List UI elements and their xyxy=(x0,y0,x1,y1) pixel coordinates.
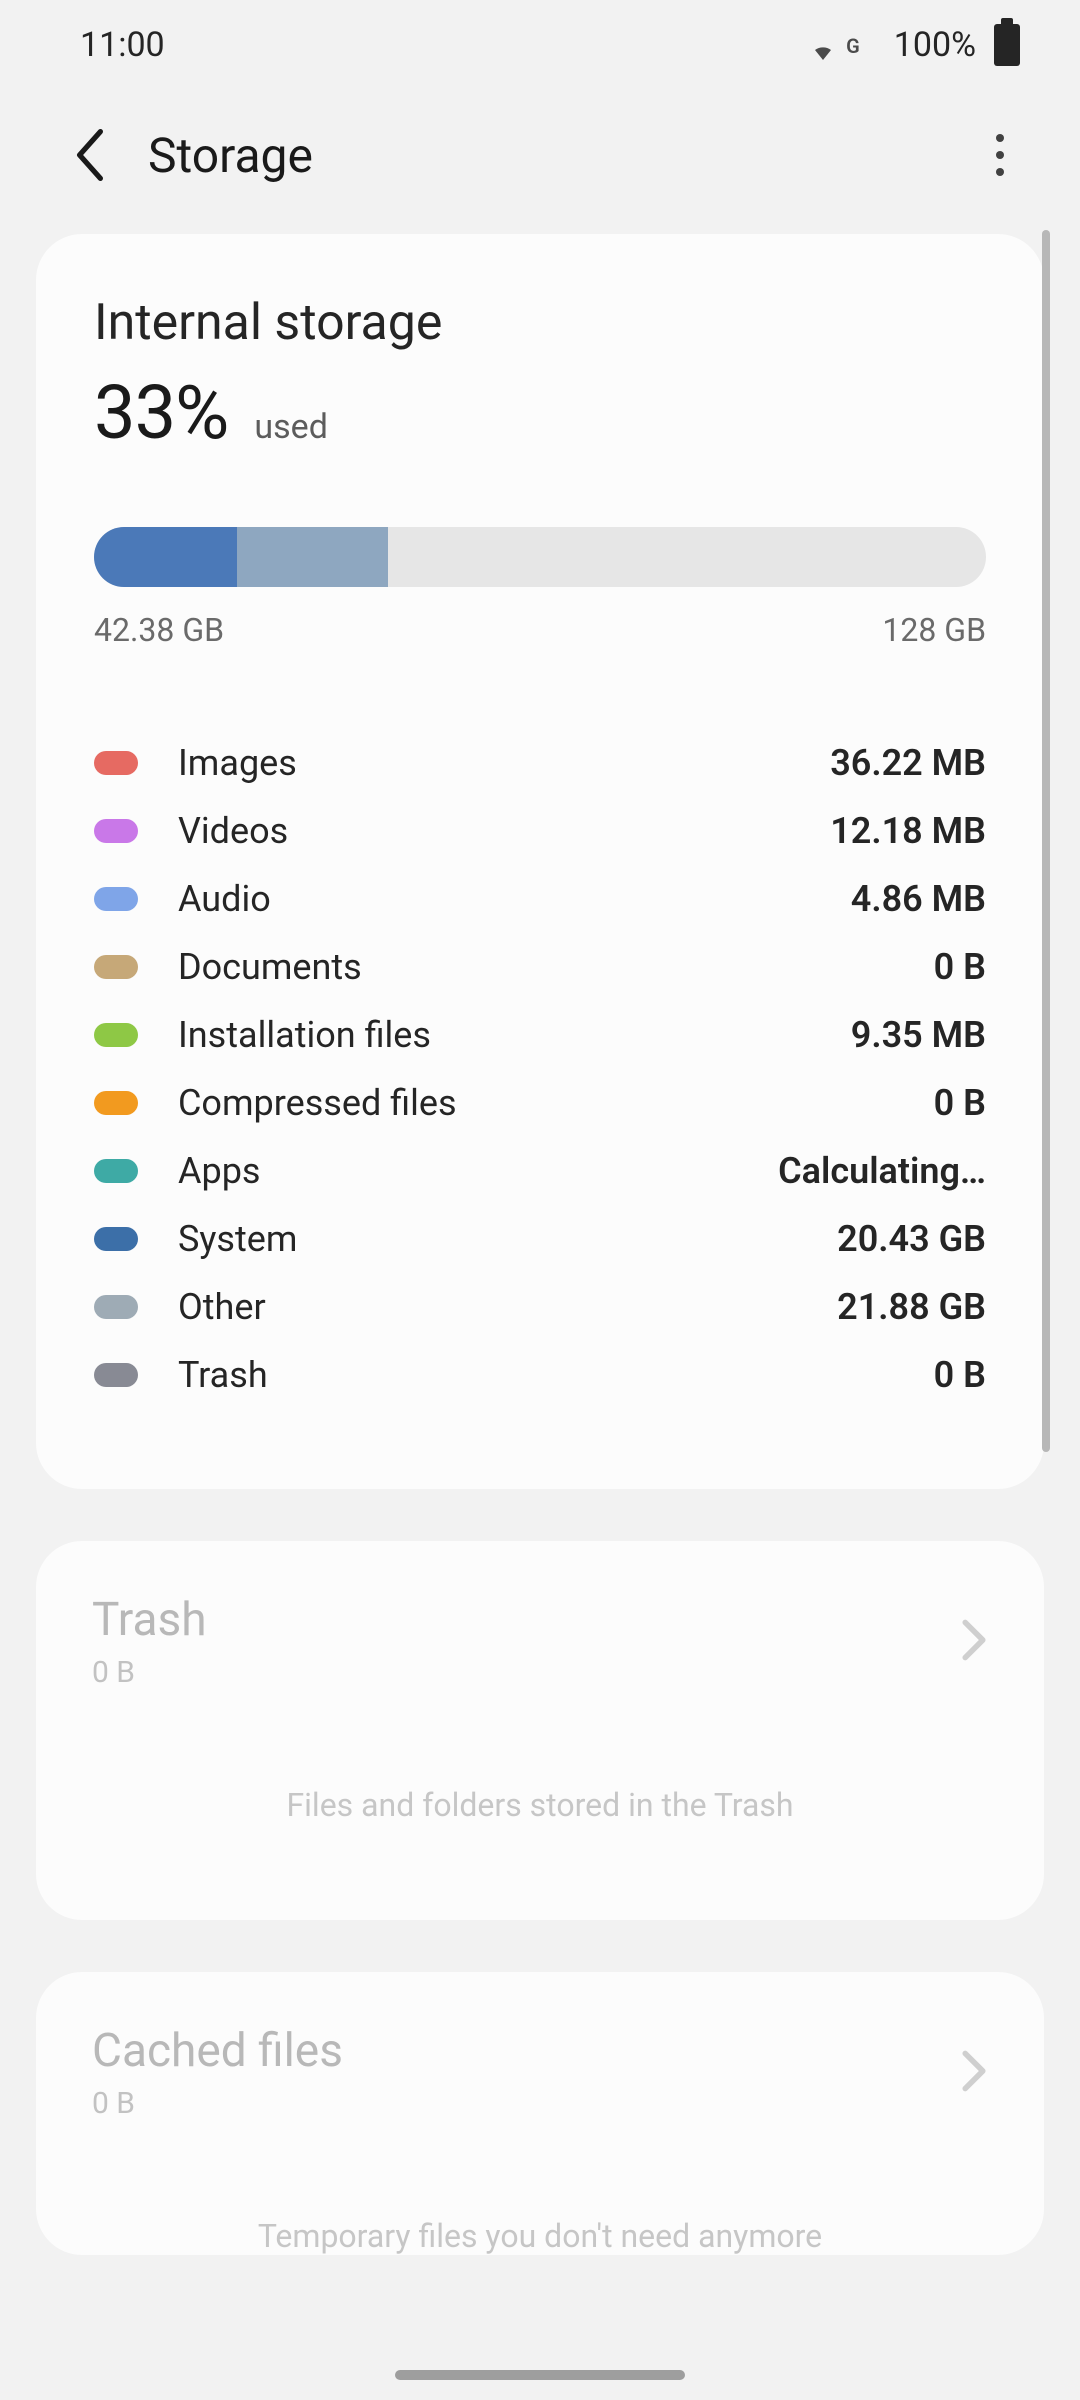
category-color-icon xyxy=(94,751,138,775)
category-size: 12.18 MB xyxy=(830,810,986,852)
cached-desc: Temporary files you don't need anymore xyxy=(92,2217,988,2255)
category-row[interactable]: Trash 0 B xyxy=(94,1341,986,1409)
scrollbar[interactable] xyxy=(1042,230,1050,1452)
category-label: Other xyxy=(178,1286,266,1328)
chevron-right-icon xyxy=(960,1618,988,1666)
category-color-icon xyxy=(94,1363,138,1387)
page-title: Storage xyxy=(148,127,313,184)
total-amount: 128 GB xyxy=(882,611,986,649)
cached-title: Cached files xyxy=(92,2024,343,2078)
cached-size: 0 B xyxy=(92,2086,343,2121)
wifi-icon xyxy=(808,33,838,57)
category-color-icon xyxy=(94,1159,138,1183)
trash-title: Trash xyxy=(92,1593,207,1647)
category-label: Trash xyxy=(178,1354,268,1396)
status-right: G 100% xyxy=(808,24,1020,66)
chevron-left-icon xyxy=(73,129,107,181)
category-label: Images xyxy=(178,742,297,784)
category-color-icon xyxy=(94,1023,138,1047)
category-color-icon xyxy=(94,955,138,979)
category-size: 0 B xyxy=(934,1354,986,1396)
category-label: Audio xyxy=(178,878,271,920)
battery-icon xyxy=(994,24,1020,66)
usage-bar-seg-system xyxy=(94,527,237,587)
category-row[interactable]: Audio 4.86 MB xyxy=(94,865,986,933)
internal-storage-card: Internal storage 33% used 42.38 GB 128 G… xyxy=(36,234,1044,1489)
category-color-icon xyxy=(94,1295,138,1319)
category-row[interactable]: System 20.43 GB xyxy=(94,1205,986,1273)
back-button[interactable] xyxy=(50,115,130,195)
category-label: Compressed files xyxy=(178,1082,457,1124)
category-size: 0 B xyxy=(934,1082,986,1124)
dot-icon xyxy=(996,134,1004,142)
more-options-button[interactable] xyxy=(960,115,1040,195)
usage-bar xyxy=(94,527,986,587)
category-size: 20.43 GB xyxy=(837,1218,986,1260)
status-bar: 11:00 G 100% xyxy=(0,0,1080,90)
category-list: Images 36.22 MB Videos 12.18 MB Audio 4.86 MB… xyxy=(94,729,986,1409)
category-label: Apps xyxy=(178,1150,261,1192)
category-label: Videos xyxy=(178,810,288,852)
category-label: Installation files xyxy=(178,1014,431,1056)
trash-card[interactable]: Trash 0 B Files and folders stored in th… xyxy=(36,1541,1044,1920)
category-label: System xyxy=(178,1218,297,1260)
category-size: 4.86 MB xyxy=(851,878,986,920)
category-row[interactable]: Images 36.22 MB xyxy=(94,729,986,797)
usage-percent: 33% xyxy=(94,370,228,457)
category-row[interactable]: Installation files 9.35 MB xyxy=(94,1001,986,1069)
category-row[interactable]: Documents 0 B xyxy=(94,933,986,1001)
category-size: Calculating… xyxy=(778,1150,986,1192)
app-bar: Storage xyxy=(0,90,1080,220)
trash-size: 0 B xyxy=(92,1655,207,1690)
category-color-icon xyxy=(94,1227,138,1251)
network-type: G xyxy=(846,34,860,58)
trash-desc: Files and folders stored in the Trash xyxy=(92,1786,988,1824)
category-label: Documents xyxy=(178,946,362,988)
category-row[interactable]: Apps Calculating… xyxy=(94,1137,986,1205)
category-row[interactable]: Videos 12.18 MB xyxy=(94,797,986,865)
status-time: 11:00 xyxy=(80,25,165,65)
chevron-right-icon xyxy=(960,2049,988,2097)
usage-bar-seg-other xyxy=(237,527,389,587)
dot-icon xyxy=(996,168,1004,176)
dot-icon xyxy=(996,151,1004,159)
gesture-bar xyxy=(395,2370,685,2380)
category-row[interactable]: Compressed files 0 B xyxy=(94,1069,986,1137)
battery-percent: 100% xyxy=(894,25,976,65)
category-size: 21.88 GB xyxy=(837,1286,986,1328)
cached-card[interactable]: Cached files 0 B Temporary files you don… xyxy=(36,1972,1044,2255)
category-size: 0 B xyxy=(934,946,986,988)
category-color-icon xyxy=(94,819,138,843)
category-color-icon xyxy=(94,1091,138,1115)
usage-row: 33% used xyxy=(94,370,986,457)
usage-label: used xyxy=(254,407,328,447)
category-color-icon xyxy=(94,887,138,911)
category-size: 9.35 MB xyxy=(851,1014,986,1056)
category-row[interactable]: Other 21.88 GB xyxy=(94,1273,986,1341)
category-size: 36.22 MB xyxy=(830,742,986,784)
internal-storage-title: Internal storage xyxy=(94,294,986,352)
usage-footer: 42.38 GB 128 GB xyxy=(94,611,986,649)
used-amount: 42.38 GB xyxy=(94,611,224,649)
